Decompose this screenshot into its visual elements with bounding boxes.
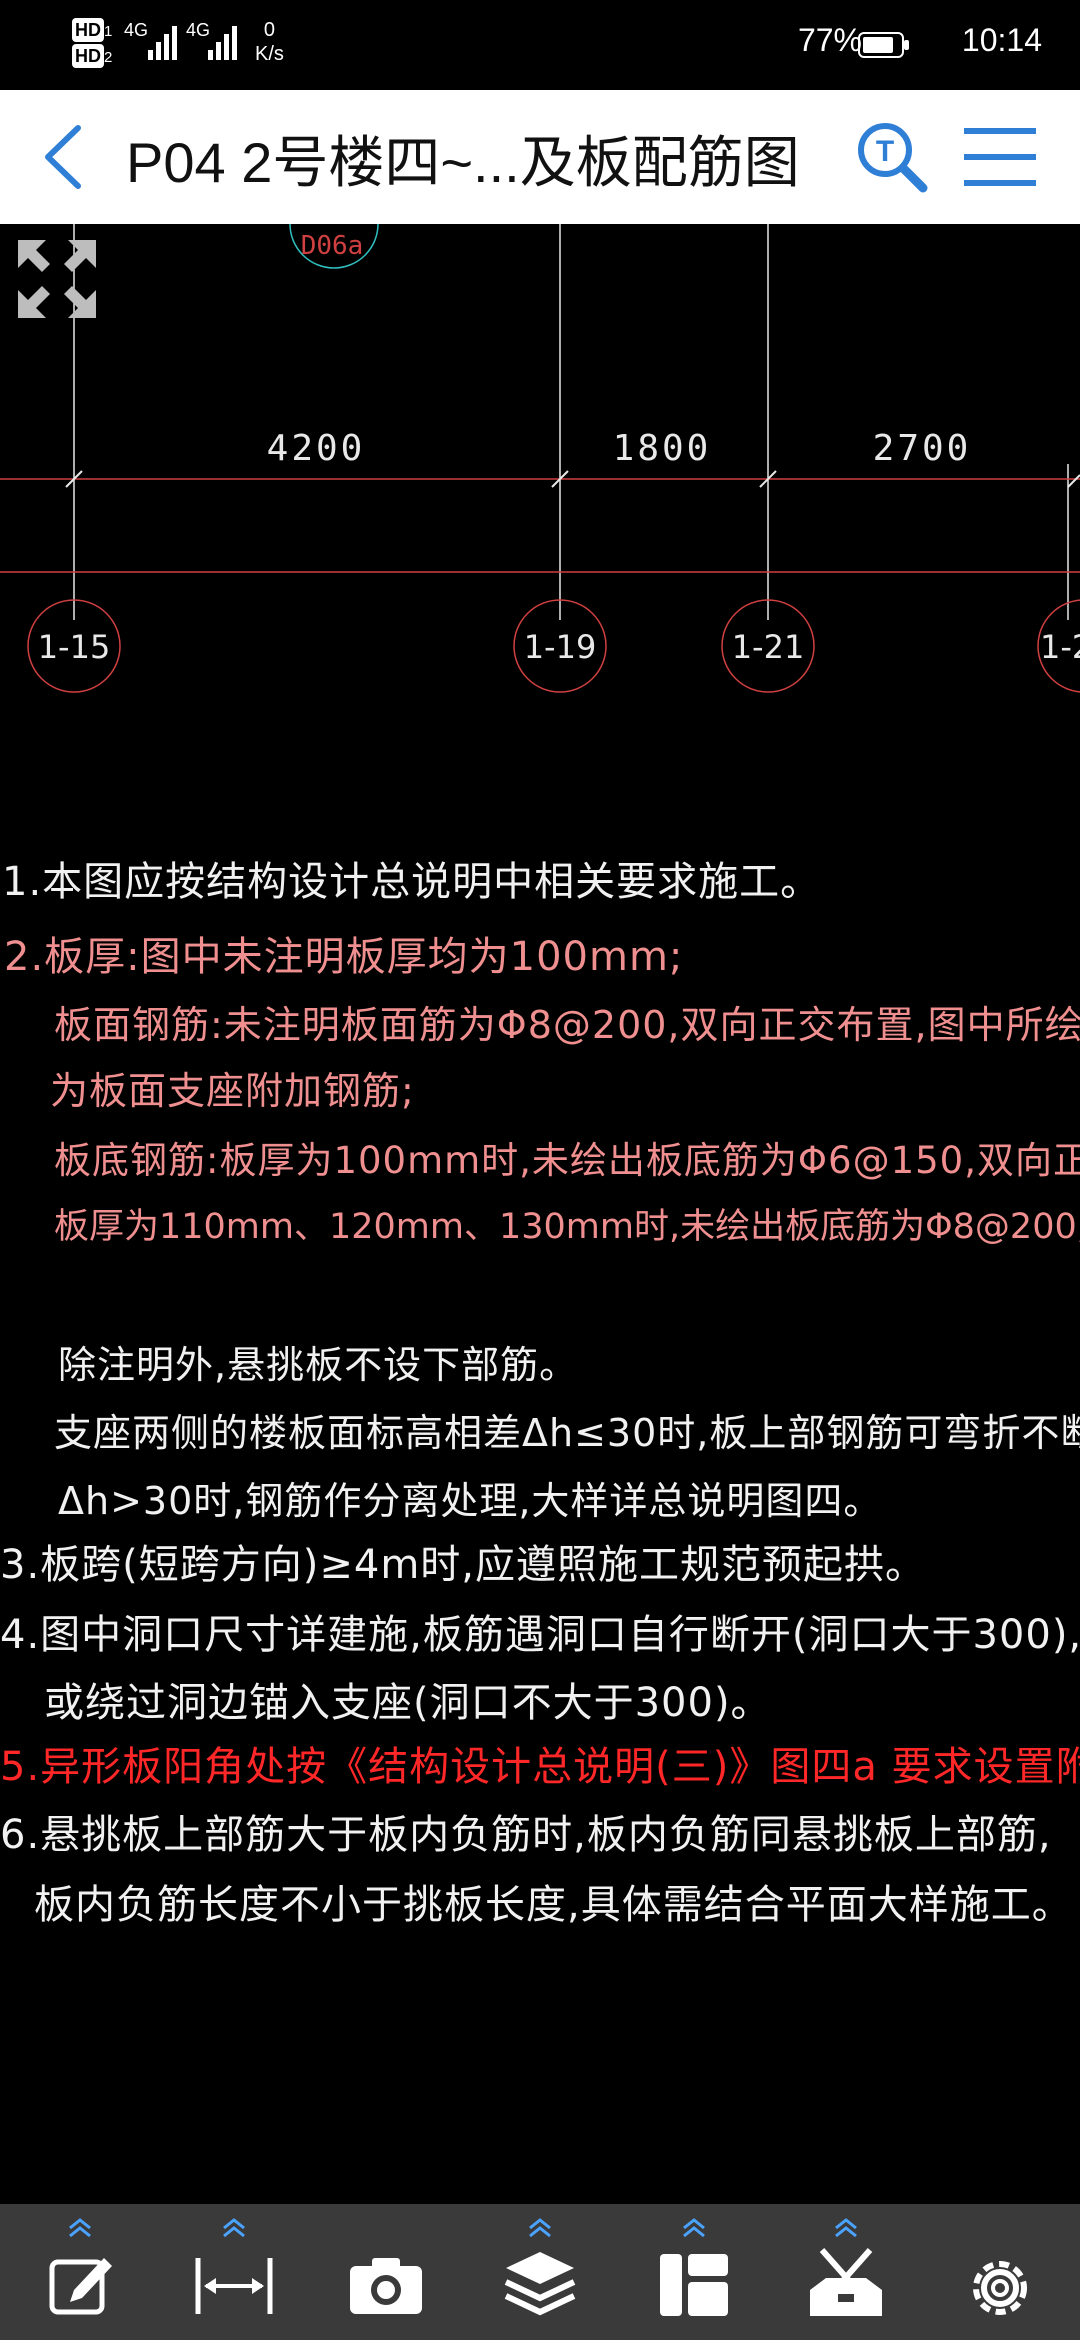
expand-caret-icon[interactable] [678,2218,710,2238]
battery-percent: 77% [797,22,862,58]
layers-tool[interactable] [480,2204,600,2340]
hd1-badge: HD [72,18,104,42]
speed-value: 0 [263,19,276,41]
note-line: 板厚为110mm、120mm、130mm时,未绘出板底筋为Φ8@200,双向正交… [54,1207,1080,1247]
expand-caret-icon[interactable] [830,2218,862,2238]
gear-icon[interactable] [960,2244,1040,2324]
hd-indicators: HD 1 HD 2 [72,18,112,70]
bottom-toolbar [0,2204,1080,2340]
signal-icon [148,22,177,60]
network-label-1: 4G [124,20,149,40]
clock: 10:14 [961,22,1042,58]
toolbox-icon[interactable] [806,2244,886,2324]
settings-tool[interactable] [940,2204,1060,2340]
text-search-icon[interactable]: T [855,120,929,194]
svg-text:T: T [876,135,894,168]
camera-icon[interactable] [346,2244,426,2324]
edit-tool[interactable] [20,2204,140,2340]
note-line: 板内负筋长度不小于挑板长度,具体需结合平面大样施工。 [34,1882,1073,1928]
drawing-canvas[interactable]: D06a 4200 1800 2700 1-15 1-19 1-21 1-2 1… [0,224,1080,2204]
menu-icon[interactable] [962,126,1038,188]
battery-icon [858,32,909,58]
note-line: 支座两侧的楼板面标高相差Δh≤30时,板上部钢筋可弯折不断开。 [54,1411,1080,1455]
app-bar: P04 2号楼四~...及板配筋图 T [0,90,1080,224]
layout-icon[interactable] [654,2244,734,2324]
expand-caret-icon[interactable] [64,2218,96,2238]
camera-tool[interactable] [326,2204,446,2340]
hd1-sub: 1 [104,23,113,40]
back-icon[interactable] [38,124,88,190]
note-line: 板面钢筋:未注明板面筋为Φ8@200,双向正交布置,图中所绘板面钢筋 [54,1003,1080,1047]
note-line: 4.图中洞口尺寸详建施,板筋遇洞口自行断开(洞口大于300), [0,1612,1080,1658]
network-speed: 0 K/s [255,18,284,66]
note-line: 或绕过洞边锚入支座(洞口不大于300)。 [44,1680,772,1726]
signal-icon-2 [208,22,237,60]
design-notes: 1.本图应按结构设计总说明中相关要求施工。 2.板厚:图中未注明板厚均为100m… [0,224,1080,2204]
expand-caret-icon[interactable] [524,2218,556,2238]
page-title: P04 2号楼四~...及板配筋图 [126,131,800,194]
note-line: 2.板厚:图中未注明板厚均为100mm; [4,934,684,980]
layers-icon[interactable] [500,2244,580,2324]
note-line: 板底钢筋:板厚为100mm时,未绘出板底筋为Φ6@150,双向正交布置; [54,1139,1080,1182]
note-line: 除注明外,悬挑板不设下部筋。 [58,1343,579,1387]
hd2-sub: 2 [104,49,113,66]
note-line: Δh>30时,钢筋作分离处理,大样详总说明图四。 [58,1479,883,1523]
edit-icon[interactable] [40,2244,120,2324]
measure-icon[interactable] [194,2244,274,2324]
status-bar: HD 1 HD 2 4G 4G 0 K/s 77% 10:14 [0,0,1080,90]
network-label-2: 4G [186,20,211,40]
note-line: 5.异形板阳角处按《结构设计总说明(三)》图四a 要求设置附加钢筋。 [0,1744,1080,1790]
note-line: 为板面支座附加钢筋; [50,1069,415,1113]
expand-caret-icon[interactable] [218,2218,250,2238]
speed-unit: K/s [255,43,284,65]
note-line: 1.本图应按结构设计总说明中相关要求施工。 [2,859,822,905]
note-line: 3.板跨(短跨方向)≥4m时,应遵照施工规范预起拱。 [0,1542,927,1588]
toolbox-tool[interactable] [786,2204,906,2340]
hd2-badge: HD [72,44,104,68]
note-line: 6.悬挑板上部筋大于板内负筋时,板内负筋同悬挑板上部筋, [0,1812,1052,1858]
layout-tool[interactable] [634,2204,754,2340]
measure-tool[interactable] [174,2204,294,2340]
